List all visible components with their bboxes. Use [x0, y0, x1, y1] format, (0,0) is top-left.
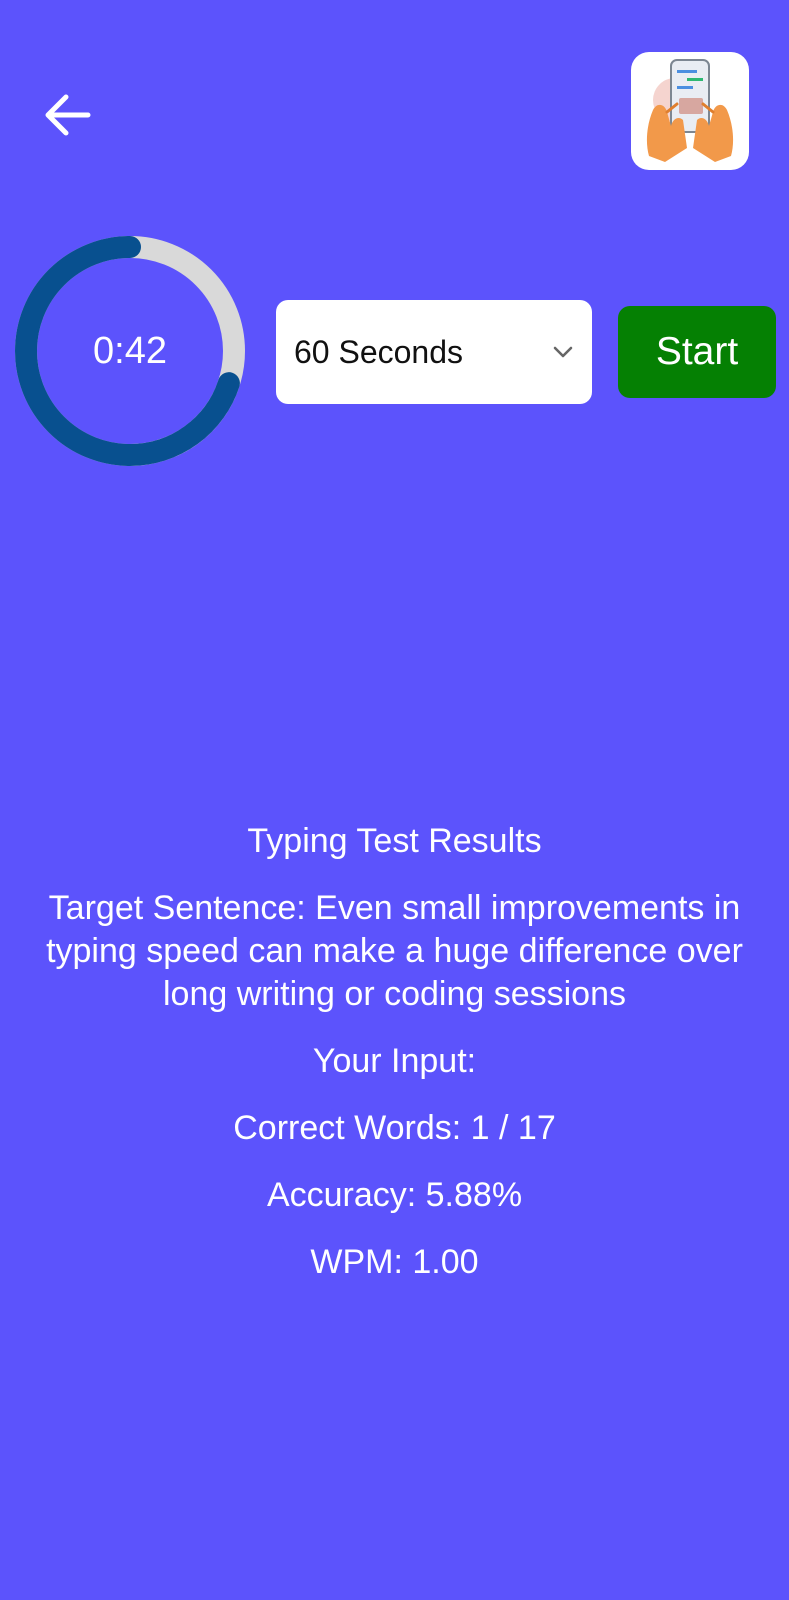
correct-words: Correct Words: 1 / 17 [233, 1109, 556, 1147]
duration-select[interactable]: 60 Seconds [276, 300, 592, 404]
hands-typing-phone-logo [646, 59, 734, 162]
results-panel: Typing Test Results Target Sentence: Eve… [30, 820, 759, 1308]
accuracy: Accuracy: 5.88% [266, 1176, 523, 1214]
arrow-left-icon [45, 94, 91, 136]
chevron-down-icon [553, 346, 573, 358]
duration-select-value: 60 Seconds [294, 333, 464, 370]
timer-text: 0:42 [93, 329, 167, 372]
your-input-label: Your Input: [312, 1042, 477, 1080]
back-button[interactable] [30, 78, 104, 152]
app-logo [631, 52, 749, 170]
results-title: Typing Test Results [247, 822, 542, 860]
wpm: WPM: 1.00 [310, 1243, 479, 1281]
target-sentence: Target Sentence: Even small improvements… [46, 889, 743, 1013]
start-button[interactable]: Start [618, 306, 776, 398]
countdown-timer: 0:42 [12, 233, 248, 469]
